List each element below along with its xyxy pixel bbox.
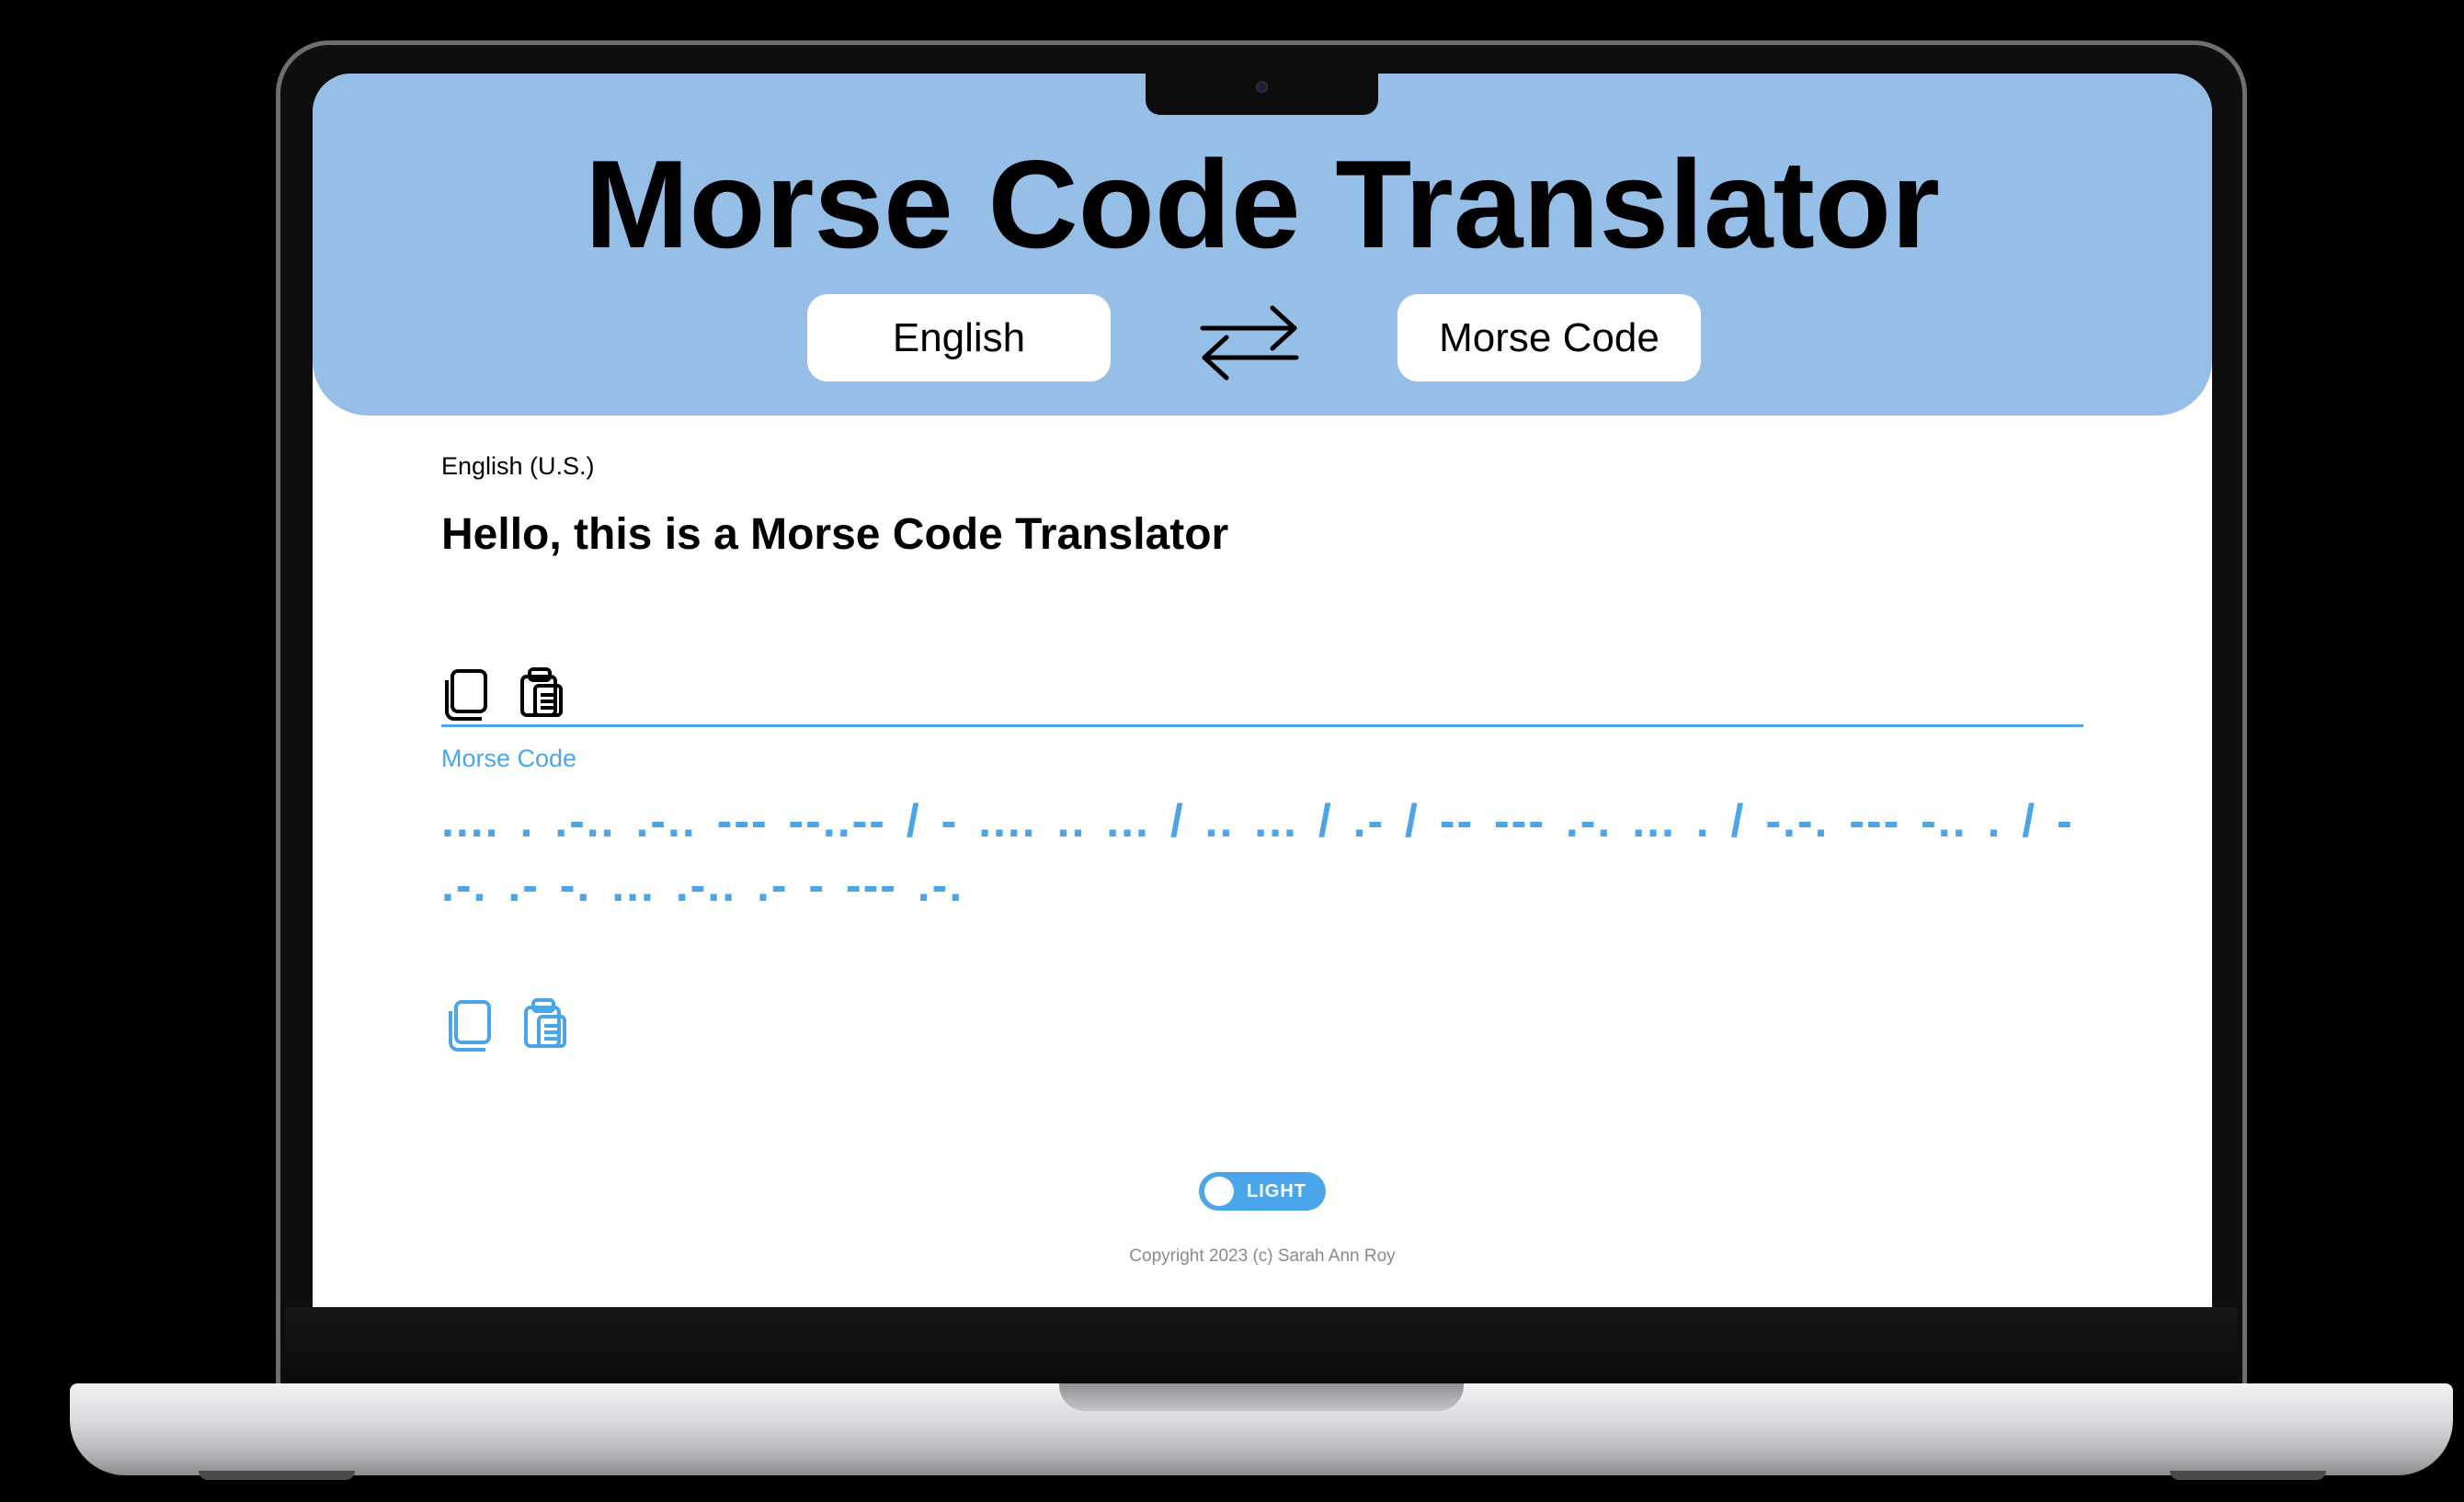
laptop-base-notch — [1059, 1383, 1464, 1411]
camera-notch — [1146, 74, 1378, 115]
section-divider — [441, 724, 2083, 727]
source-text-input[interactable]: Hello, this is a Morse Code Translator — [441, 509, 1228, 560]
theme-toggle[interactable]: LIGHT — [1199, 1172, 1326, 1211]
copy-output-icon[interactable] — [445, 998, 496, 1052]
clipboard-icon[interactable] — [517, 666, 568, 719]
morse-output-text: .... . .-.. .-.. --- --..-- / - .... .. … — [441, 795, 2074, 911]
page-title: Morse Code Translator — [585, 134, 1940, 274]
copyright-text: Copyright 2023 (c) Sarah Ann Roy — [1129, 1246, 1396, 1266]
app-header: Morse Code Translator English Morse Code — [313, 74, 2212, 415]
target-language-label: Morse Code — [441, 745, 577, 772]
laptop-foot-right — [2170, 1471, 2326, 1480]
app-screen: Morse Code Translator English Morse Code… — [313, 74, 2212, 1307]
device-mockup: Morse Code Translator English Morse Code… — [0, 0, 2464, 1502]
target-language-button[interactable]: Morse Code — [1397, 294, 1701, 381]
swap-arrows-icon[interactable] — [1195, 299, 1304, 383]
laptop-foot-left — [199, 1471, 355, 1480]
clipboard-output-icon[interactable] — [520, 996, 572, 1050]
laptop-bezel-bottom — [285, 1307, 2238, 1384]
source-language-label: English (U.S.) — [441, 452, 595, 480]
source-language-button[interactable]: English — [807, 294, 1111, 381]
toggle-knob — [1204, 1177, 1234, 1206]
camera-icon — [1256, 81, 1268, 93]
theme-toggle-label: LIGHT — [1247, 1181, 1306, 1201]
copy-icon[interactable] — [441, 667, 493, 721]
